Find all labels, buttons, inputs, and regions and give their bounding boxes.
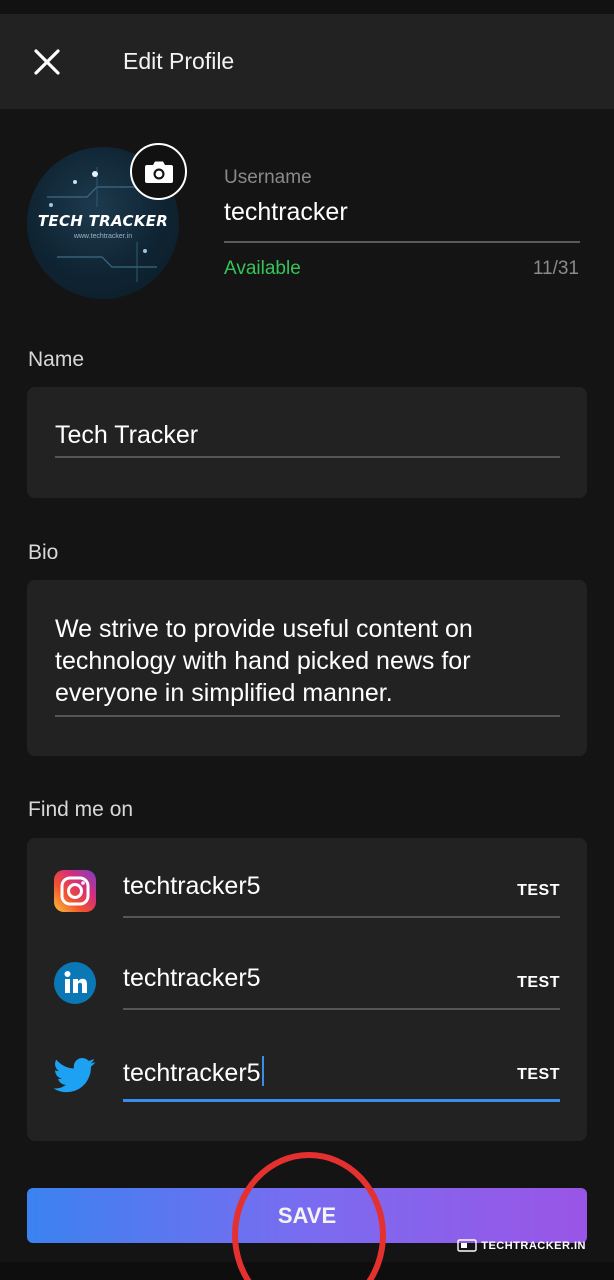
change-photo-button[interactable]: [130, 143, 187, 200]
watermark: TECHTRACKER.IN: [457, 1239, 586, 1252]
find-me-label: Find me on: [28, 798, 134, 821]
instagram-test-button[interactable]: TEST: [517, 882, 560, 900]
social-row-twitter: techtracker5 TEST: [27, 1022, 587, 1114]
name-label: Name: [28, 348, 85, 371]
text-cursor: [261, 1056, 264, 1086]
close-icon: [34, 49, 60, 75]
username-label: Username: [224, 167, 312, 188]
username-availability-status: Available: [224, 258, 301, 279]
instagram-handle-input[interactable]: techtracker5: [123, 872, 560, 918]
bio-label: Bio: [28, 541, 59, 564]
avatar-logo-text: TECH TRACKER: [37, 212, 169, 230]
linkedin-handle-input[interactable]: techtracker5: [123, 964, 560, 1010]
social-links-card: techtracker5 TEST techtracker5 TEST tech…: [27, 838, 587, 1141]
app-bar: Edit Profile: [0, 14, 614, 109]
linkedin-test-button[interactable]: TEST: [517, 974, 560, 992]
social-row-linkedin: techtracker5 TEST: [27, 930, 587, 1022]
username-input[interactable]: techtracker: [224, 198, 580, 243]
watermark-text: TECHTRACKER.IN: [481, 1239, 586, 1252]
username-char-count: 11/31: [532, 258, 579, 279]
bio-card: We strive to provide useful content on t…: [27, 580, 587, 756]
status-strip: [0, 0, 614, 14]
camera-icon: [144, 161, 173, 183]
linkedin-icon: [54, 962, 96, 1004]
twitter-test-button[interactable]: TEST: [517, 1066, 560, 1084]
page-title: Edit Profile: [123, 48, 235, 74]
avatar-logo-subtext: www.techtracker.in: [73, 233, 133, 240]
bottom-strip: [0, 1262, 614, 1280]
save-button[interactable]: SAVE: [27, 1188, 587, 1243]
bio-input[interactable]: We strive to provide useful content on t…: [55, 613, 560, 717]
twitter-handle-value: techtracker5: [123, 1059, 261, 1087]
twitter-icon: [54, 1058, 96, 1093]
name-input[interactable]: Tech Tracker: [55, 421, 560, 458]
social-row-instagram: techtracker5 TEST: [27, 838, 587, 930]
name-card: Tech Tracker: [27, 387, 587, 498]
twitter-handle-input[interactable]: techtracker5: [123, 1056, 560, 1102]
watermark-logo-icon: [457, 1239, 477, 1252]
close-button[interactable]: [26, 41, 68, 83]
instagram-icon: [54, 870, 96, 912]
